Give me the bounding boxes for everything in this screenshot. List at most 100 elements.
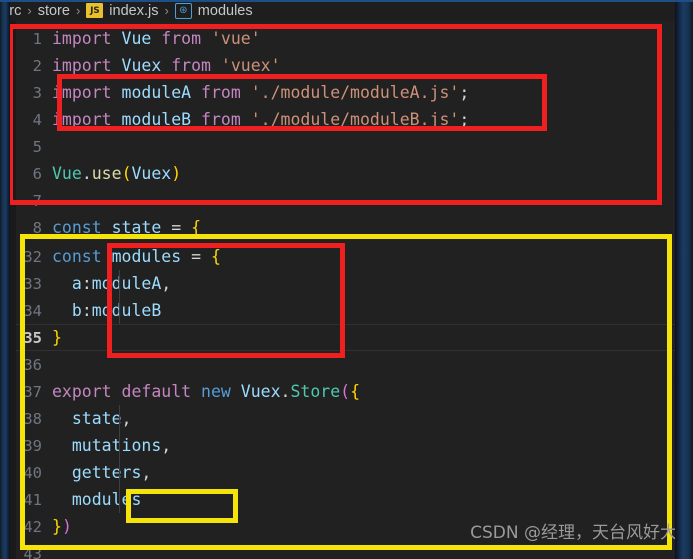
code-line[interactable]: 7 — [0, 187, 693, 214]
breadcrumb-item-index-js[interactable]: index.js — [109, 3, 158, 19]
breadcrumb-item-src[interactable]: src — [2, 3, 21, 19]
code-line[interactable]: 1 import Vue from 'vue' — [0, 25, 693, 52]
line-number: 5 — [32, 137, 42, 156]
code-token: from — [171, 56, 211, 75]
code-line[interactable]: 2 import Vuex from 'vuex' — [0, 52, 693, 79]
breadcrumb-separator-icon: › — [27, 3, 32, 18]
code-line-text: export default new Vuex.Store({ — [52, 382, 360, 401]
code-line[interactable]: 5 — [0, 133, 693, 160]
line-number: 6 — [32, 164, 42, 183]
breadcrumb[interactable]: src › store › JS index.js › ⊛ modules — [0, 0, 693, 21]
code-token: import — [52, 29, 112, 48]
csdn-watermark: CSDN @经理，天台风好大 — [470, 523, 677, 543]
code-token: : — [81, 301, 92, 320]
code-token: Vuex — [240, 382, 281, 401]
code-token: b — [71, 301, 82, 320]
code-line[interactable]: 4 import moduleB from './module/moduleB.j… — [0, 106, 693, 133]
code-line[interactable]: 8 const state = { — [0, 214, 693, 234]
code-line-text: b:moduleB — [52, 301, 161, 320]
indent-guide — [119, 405, 120, 432]
code-token: moduleA — [121, 83, 192, 102]
code-token: moduleA — [91, 274, 162, 293]
line-number: 39 — [23, 436, 42, 455]
code-token: new — [201, 382, 231, 401]
code-line[interactable]: 33 a:moduleA, — [0, 270, 693, 297]
code-line-text: modules — [52, 490, 142, 509]
breadcrumb-item-modules[interactable]: modules — [198, 3, 253, 19]
code-token: = — [181, 247, 211, 266]
breadcrumb-separator-icon: › — [164, 3, 169, 18]
code-editor-bottom[interactable]: 32 const modules = {33 a:moduleA, 34 b:mod… — [0, 234, 693, 559]
code-line[interactable]: 39 mutations, — [0, 432, 693, 459]
code-token: from — [201, 83, 241, 102]
code-editor-top[interactable]: 1 import Vue from 'vue' 2 import Vuex from … — [0, 21, 693, 234]
line-number: 8 — [32, 218, 42, 235]
code-line[interactable]: 32 const modules = { — [0, 243, 693, 270]
screenshot-root: src › store › JS index.js › ⊛ modules 1i… — [0, 0, 693, 559]
code-token: 'vuex' — [220, 56, 281, 75]
code-token: ) — [61, 517, 72, 536]
line-number: 7 — [32, 191, 42, 210]
code-line[interactable]: 37 export default new Vuex.Store({ — [0, 378, 693, 405]
code-line-text: import Vue from 'vue' — [52, 29, 261, 48]
code-token: ( — [340, 382, 351, 401]
code-token: } — [52, 328, 62, 347]
code-token: } — [52, 517, 62, 536]
indent-guide — [119, 270, 120, 297]
code-line-text: a:moduleA, — [52, 274, 171, 293]
code-token: , — [161, 274, 172, 293]
code-token: . — [280, 382, 291, 401]
code-token: default — [121, 382, 192, 401]
js-file-icon: JS — [86, 3, 104, 18]
code-line-text: import Vuex from 'vuex' — [52, 56, 281, 75]
indent-guide — [119, 432, 120, 459]
code-token: , — [141, 463, 152, 482]
code-token: , — [161, 436, 172, 455]
code-line[interactable]: 6 Vue.use(Vuex) — [0, 160, 693, 187]
code-line-text: import moduleB from './module/moduleB.js… — [52, 110, 469, 129]
line-number: 3 — [32, 83, 42, 102]
code-token: export — [52, 382, 112, 401]
code-line[interactable]: 36 — [0, 351, 693, 378]
code-token: Vuex — [121, 56, 162, 75]
code-line[interactable]: 40 getters, — [0, 459, 693, 486]
indent-guide — [119, 459, 120, 486]
line-number: 2 — [32, 56, 42, 75]
code-token: = — [161, 218, 192, 234]
code-line-text: import moduleA from './module/moduleA.js… — [52, 83, 469, 102]
code-token: import — [52, 56, 112, 75]
code-line[interactable]: 35} — [0, 324, 693, 351]
code-token: . — [81, 164, 92, 183]
code-token: Store — [290, 382, 341, 401]
line-number: 33 — [23, 274, 42, 293]
code-token: ( — [121, 164, 132, 183]
code-token: './module/moduleA.js' — [250, 83, 460, 102]
breadcrumb-item-store[interactable]: store — [38, 3, 70, 19]
code-token: modules — [71, 490, 142, 509]
code-line[interactable]: 38 state, — [0, 405, 693, 432]
code-token: modules — [111, 247, 182, 266]
code-line[interactable]: 41 modules — [0, 486, 693, 513]
code-line-text: Vue.use(Vuex) — [52, 164, 181, 183]
code-token: moduleB — [121, 110, 192, 129]
line-number: 1 — [32, 29, 42, 48]
code-line[interactable]: 34 b:moduleB — [0, 297, 693, 324]
line-number: 4 — [32, 110, 42, 129]
code-line[interactable]: 3 import moduleA from './module/moduleA.j… — [0, 79, 693, 106]
code-token: const — [52, 247, 102, 266]
code-token: 'vue' — [210, 29, 261, 48]
code-token: from — [161, 29, 202, 48]
code-token: Vuex — [131, 164, 172, 183]
line-number: 36 — [23, 355, 42, 374]
code-token: a — [71, 274, 82, 293]
code-token: moduleB — [91, 301, 162, 320]
code-line-text: } — [52, 328, 62, 347]
